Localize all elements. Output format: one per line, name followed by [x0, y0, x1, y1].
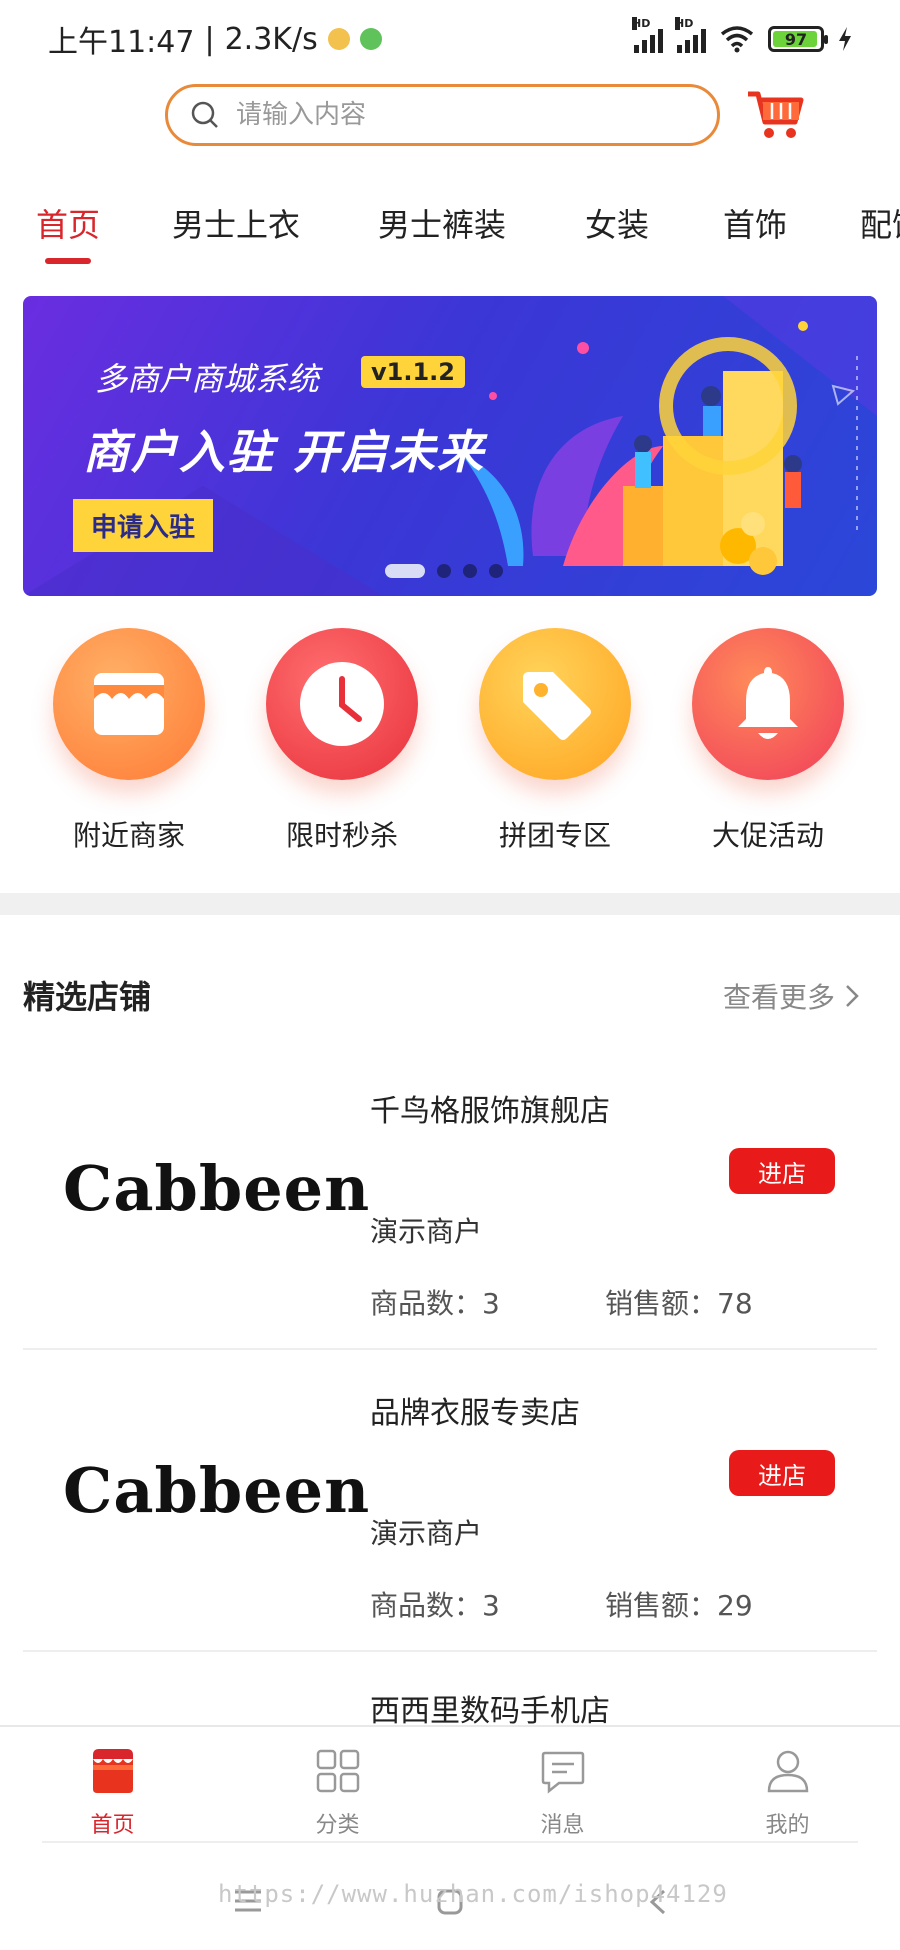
category-circle — [53, 628, 205, 780]
enter-store-button[interactable]: 进店 — [729, 1148, 835, 1194]
bell-icon — [738, 667, 798, 739]
store-icon — [94, 673, 164, 735]
banner-dot-3[interactable] — [463, 564, 477, 578]
category-label: 大促活动 — [711, 819, 824, 852]
app-notification-icon — [359, 28, 382, 50]
status-right: HD HD 97 — [632, 17, 852, 53]
signal-icon-2: HD — [675, 17, 706, 53]
battery-icon: 97 — [768, 26, 828, 52]
message-icon — [541, 1751, 584, 1794]
status-network-speed: 2.3K/s — [224, 21, 318, 57]
store-card[interactable]: Cabbeen 千鸟格服饰旗舰店 进店 演示商户 商品数：3 销售额：78 — [23, 1048, 877, 1350]
nav-label: 消息 — [540, 1813, 585, 1838]
category-label: 附近商家 — [72, 819, 185, 852]
store-name: 千鸟格服饰旗舰店 — [370, 1094, 610, 1129]
tab-active-indicator — [45, 258, 91, 264]
category-promotion[interactable]: 大促活动 — [678, 628, 858, 854]
banner-dot-4[interactable] — [489, 564, 503, 578]
store-logo: Cabbeen — [63, 1454, 371, 1527]
store-goods-count: 商品数：3 — [370, 1287, 500, 1320]
category-nearby-shops[interactable]: 附近商家 — [39, 628, 219, 854]
tab-mens-tops[interactable]: 男士上衣 — [172, 200, 300, 246]
search-row — [0, 84, 900, 148]
tab-womens[interactable]: 女装 — [585, 200, 649, 246]
home-store-icon — [92, 1749, 133, 1793]
chevron-right-icon — [846, 985, 859, 1007]
nav-label: 首页 — [90, 1813, 135, 1838]
banner-pagination — [385, 564, 503, 578]
tab-accessories[interactable]: 配饰 — [860, 200, 900, 246]
tag-icon — [523, 672, 591, 740]
watermark-text: https://www.huzhan.com/ishop44129 — [218, 1880, 728, 1908]
wifi-icon — [720, 26, 754, 53]
store-name: 西西里数码手机店 — [370, 1694, 610, 1725]
store-card[interactable]: Cabbeen 品牌衣服专卖店 进店 演示商户 商品数：3 销售额：29 — [23, 1350, 877, 1652]
nav-label: 分类 — [315, 1813, 360, 1838]
nav-separator — [42, 1841, 858, 1843]
category-circle — [692, 628, 844, 780]
category-label: 拼团专区 — [498, 819, 611, 852]
search-input[interactable] — [236, 100, 636, 130]
charging-icon — [839, 27, 851, 51]
notification-icon — [327, 28, 350, 50]
status-left: 上午11:47 | 2.3K/s — [48, 17, 382, 61]
tab-jewelry[interactable]: 首饰 — [723, 200, 787, 246]
nav-profile[interactable]: 我的 — [675, 1745, 900, 1839]
category-circle — [479, 628, 631, 780]
search-box[interactable] — [165, 84, 720, 146]
store-name: 品牌衣服专卖店 — [370, 1396, 580, 1431]
tab-home[interactable]: 首页 — [36, 200, 100, 246]
banner-subtitle: 多商户商城系统 — [95, 360, 320, 398]
cart-icon[interactable] — [745, 86, 805, 142]
banner-apply-button[interactable]: 申请入驻 — [73, 499, 214, 552]
store-sales-amount: 销售额：29 — [605, 1589, 753, 1622]
signal-icon: HD — [632, 17, 663, 53]
section-divider — [0, 893, 900, 915]
store-sales-amount: 销售额：78 — [605, 1287, 753, 1320]
category-tabs: 首页 男士上衣 男士裤装 女装 首饰 配饰 — [0, 190, 900, 270]
nav-home[interactable]: 首页 — [0, 1745, 225, 1839]
view-more-label: 查看更多 — [723, 981, 836, 1014]
category-label: 限时秒杀 — [285, 819, 398, 852]
banner-title: 商户入驻 开启未来 — [83, 425, 486, 479]
banner-dot-2[interactable] — [437, 564, 451, 578]
category-circle — [266, 628, 418, 780]
store-goods-count: 商品数：3 — [370, 1589, 500, 1622]
clock-icon — [300, 662, 384, 746]
nav-messages[interactable]: 消息 — [450, 1745, 675, 1839]
status-bar: 上午11:47 | 2.3K/s HD HD 97 — [0, 0, 900, 78]
user-icon — [767, 1750, 808, 1793]
nav-category[interactable]: 分类 — [225, 1745, 450, 1839]
bottom-nav: 首页 分类 消息 我的 — [0, 1725, 900, 1845]
quick-categories: 附近商家 限时秒杀 拼团专区 大促活动 — [0, 628, 900, 868]
store-card[interactable]: 西西里数码手机店 — [23, 1652, 877, 1725]
status-time: 上午11:47 — [48, 25, 195, 60]
status-separator: | — [204, 21, 215, 57]
search-icon — [191, 101, 218, 128]
banner-dot-1[interactable] — [385, 564, 425, 578]
store-logo: Cabbeen — [63, 1152, 371, 1225]
enter-store-button[interactable]: 进店 — [729, 1450, 835, 1496]
store-merchant-tag: 演示商户 — [370, 1215, 483, 1248]
grid-icon — [316, 1749, 359, 1793]
section-title: 精选店铺 — [23, 978, 152, 1016]
promo-banner[interactable]: 多商户商城系统 v1.1.2 商户入驻 开启未来 申请入驻 — [23, 296, 877, 596]
view-more-link[interactable]: 查看更多 — [723, 976, 859, 1016]
banner-version: v1.1.2 — [361, 356, 465, 388]
nav-label: 我的 — [765, 1813, 810, 1838]
tab-mens-pants[interactable]: 男士裤装 — [378, 200, 506, 246]
category-flash-sale[interactable]: 限时秒杀 — [252, 628, 432, 854]
category-group-buy[interactable]: 拼团专区 — [465, 628, 645, 854]
store-merchant-tag: 演示商户 — [370, 1517, 483, 1550]
